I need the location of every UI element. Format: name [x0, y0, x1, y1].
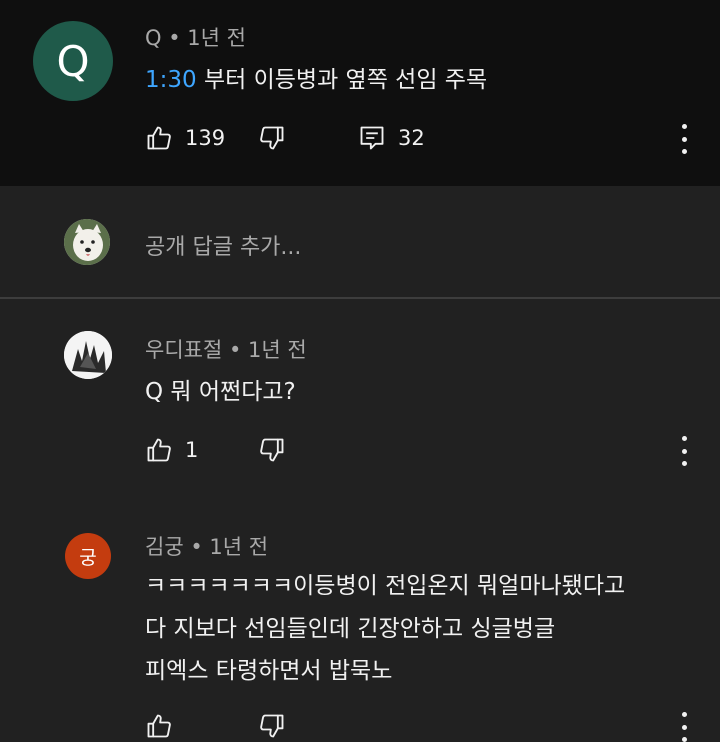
thumbs-up-icon [145, 124, 173, 152]
comment-author[interactable]: 김궁 [145, 535, 184, 559]
more-options-icon[interactable] [679, 124, 689, 154]
comment-body: 부터 이등병과 옆쪽 선임 주목 [196, 67, 488, 93]
like-button[interactable]: 1 [145, 436, 198, 464]
dog-avatar-icon [64, 219, 110, 265]
timestamp-link[interactable]: 1:30 [145, 67, 197, 93]
comment-meta: Q • 1년 전 [145, 22, 246, 52]
comment-meta: 우디표절 • 1년 전 [145, 334, 307, 364]
avatar-letter: 궁 [79, 546, 97, 569]
reply-count-button[interactable]: 32 [358, 124, 425, 152]
like-button[interactable] [145, 712, 173, 740]
meta-separator: • [168, 26, 181, 50]
dislike-button[interactable] [258, 712, 286, 740]
avatar[interactable]: Q [33, 21, 113, 101]
thumbs-down-icon [258, 712, 286, 740]
comment-text-line: 다 지보다 선임들인데 긴장안하고 싱글벙글 [145, 616, 556, 642]
avatar-letter: Q [56, 36, 90, 86]
thumbs-up-icon [145, 712, 173, 740]
thumbs-down-icon [258, 124, 286, 152]
comment-meta: 김궁 • 1년 전 [145, 531, 268, 561]
comment-text: Q 뭐 어쩐다고? [145, 379, 296, 405]
comment-text: 1:30 부터 이등병과 옆쪽 선임 주목 [145, 60, 487, 94]
avatar[interactable]: 궁 [65, 533, 111, 579]
comment-time: 1년 전 [187, 26, 246, 50]
more-options-icon[interactable] [679, 712, 689, 742]
like-button[interactable]: 139 [145, 124, 225, 152]
like-count: 139 [185, 126, 226, 150]
reply-count: 32 [398, 126, 425, 150]
thumbs-up-icon [145, 436, 173, 464]
user-avatar [64, 219, 110, 265]
comment-author[interactable]: Q [145, 26, 162, 50]
thumbs-down-icon [258, 436, 286, 464]
divider [0, 297, 720, 299]
comment-time: 1년 전 [209, 535, 269, 559]
comment-author[interactable]: 우디표절 [145, 338, 222, 362]
comment-text-line: ㅋㅋㅋㅋㅋㅋㅋ이등병이 전입온지 뭐얼마나됐다고 [145, 573, 626, 599]
reply-input[interactable]: 공개 답글 추가... [145, 229, 301, 261]
sketch-avatar-icon [64, 331, 112, 379]
comment-icon [358, 124, 386, 152]
dislike-button[interactable] [258, 436, 286, 464]
avatar[interactable] [64, 331, 112, 379]
comment-text-line: 피엑스 타령하면서 밥묵노 [145, 658, 393, 684]
meta-separator: • [190, 535, 203, 559]
comment-time: 1년 전 [248, 338, 307, 362]
meta-separator: • [228, 338, 242, 362]
dislike-button[interactable] [258, 124, 286, 152]
like-count: 1 [185, 438, 199, 462]
more-options-icon[interactable] [679, 436, 689, 466]
